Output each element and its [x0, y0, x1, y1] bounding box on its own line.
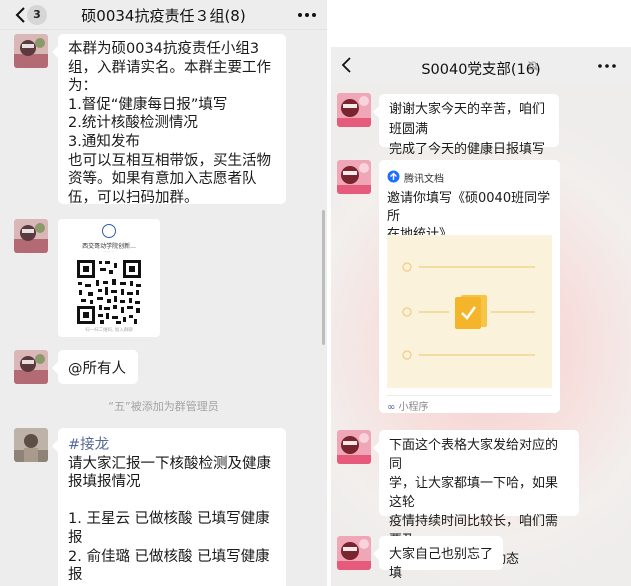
message-bubble[interactable]: 下面这个表格大家发给对应的同 学，让大家都填一下哈，如果这轮 疫情持续时间比较长… [373, 430, 579, 567]
mini-program-label: ∞ 小程序 [387, 402, 429, 413]
chat-title: S0040党支部(16) [421, 62, 541, 78]
sender-avatar[interactable] [337, 536, 371, 570]
card-source: 腾讯文档 [404, 174, 444, 185]
message-bubble[interactable]: 大家自己也别忘了填 [373, 536, 503, 581]
sender-avatar[interactable] [14, 34, 48, 68]
right-chat-header: S0040党支部(16) [331, 47, 631, 85]
message-text: 本群为硕0034抗疫责任小组3 组，入群请实名。本群主要工作 为： 1.督促“健… [68, 41, 271, 206]
more-options-icon[interactable] [297, 9, 317, 21]
sender-avatar[interactable] [337, 430, 371, 464]
left-chat-header: 3 硕0034抗疫责任３组(8) [0, 0, 327, 30]
mini-program-card[interactable]: 腾讯文档 邀请你填写《硕0040班同学所 在地统计》 ∞ 小程序 [379, 160, 560, 413]
sender-avatar[interactable] [14, 428, 48, 462]
sender-avatar[interactable] [337, 93, 371, 127]
message-bubble[interactable]: 谢谢大家今天的辛苦，咱们班圆满 完成了今天的健康日报填写工作 [373, 94, 559, 177]
sender-avatar[interactable] [14, 350, 48, 384]
more-options-icon[interactable] [597, 60, 617, 72]
jielong-tag[interactable]: #接龙 [68, 436, 276, 455]
qr-footer-text: 扫一扫二维码, 加入群聊 [85, 328, 133, 333]
right-chat-window: S0040党支部(16) 谢谢大家今天的辛苦，咱们班圆满 完成了今天的健康日报填… [331, 47, 631, 586]
message-text: 请大家汇报一下核酸检测及健康 报填报情况 1. 王星云 已做核酸 已填写健康 报… [68, 455, 271, 584]
tencent-docs-logo-icon [387, 170, 400, 183]
form-document-icon [387, 235, 552, 388]
qr-code-icon [76, 259, 142, 325]
school-logo-icon [102, 224, 116, 238]
mute-bell-icon [527, 61, 539, 71]
card-divider [387, 395, 552, 396]
jielong-message-bubble[interactable]: #接龙 请大家汇报一下核酸检测及健康 报填报情况 1. 王星云 已做核酸 已填写… [52, 428, 286, 586]
left-chat-window: 3 硕0034抗疫责任３组(8) 本群为硕0034抗疫责任小组3 组，入群请实名… [0, 0, 327, 586]
mini-program-link-icon: ∞ [387, 402, 396, 413]
message-bubble[interactable]: 本群为硕0034抗疫责任小组3 组，入群请实名。本群主要工作 为： 1.督促“健… [52, 34, 286, 206]
sender-avatar[interactable] [337, 160, 371, 194]
message-text: 大家自己也别忘了填 [389, 547, 494, 581]
scrollbar[interactable] [322, 210, 325, 345]
screenshot-collage: 3 硕0034抗疫责任３组(8) 本群为硕0034抗疫责任小组3 组，入群请实名… [0, 0, 631, 586]
sender-avatar[interactable] [14, 219, 48, 253]
system-notice: “五”被添加为群管理员 [108, 400, 219, 413]
chat-title: 硕0034抗疫责任３组(8) [81, 7, 246, 25]
group-qr-code-card[interactable]: 西交哥动学院创新... ........ 扫一扫二维码, 加入群聊 [58, 219, 160, 337]
qr-group-sub: ........ [103, 249, 115, 254]
message-text: @所有人 [68, 361, 126, 377]
message-bubble[interactable]: @所有人 [52, 350, 138, 384]
